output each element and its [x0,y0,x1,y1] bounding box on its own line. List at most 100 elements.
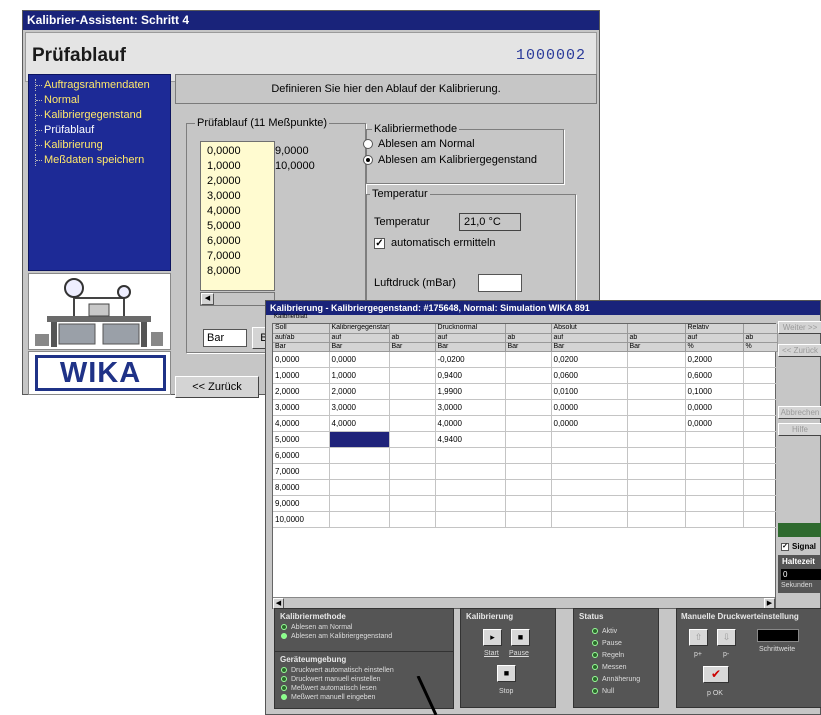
table-cell[interactable] [551,479,628,496]
table-cell[interactable] [743,351,778,368]
table-cell[interactable] [329,511,390,528]
table-cell[interactable] [435,463,506,480]
table-cell[interactable]: 0,0000 [273,351,330,368]
stop-button[interactable]: ■ [497,665,516,682]
table-cell[interactable]: 1,0000 [329,367,390,384]
table-cell[interactable]: 1,9900 [435,383,506,400]
table-cell[interactable] [627,367,686,384]
table-cell[interactable]: 0,9400 [435,367,506,384]
table-cell[interactable] [685,431,744,448]
table-cell[interactable] [435,495,506,512]
table-cell[interactable] [389,479,436,496]
table-cell[interactable] [743,495,778,512]
table-cell[interactable] [743,367,778,384]
table-cell[interactable]: 4,9400 [435,431,506,448]
start-button[interactable]: ▸ [483,629,502,646]
table-cell[interactable] [329,431,390,448]
table-cell[interactable] [505,495,552,512]
signal-checkbox[interactable]: ✓ Signal [781,542,816,551]
table-cell[interactable] [505,383,552,400]
list-item[interactable]: 4,0000 [204,204,261,219]
help-button[interactable]: Hilfe [778,423,821,436]
table-cell[interactable] [389,463,436,480]
list-item[interactable]: 0,0000 [204,144,261,159]
method-option-device[interactable]: Ablesen am Kalibriergegenstand [363,154,537,166]
table-cell[interactable] [505,479,552,496]
table-cell[interactable] [627,511,686,528]
table-cell[interactable] [627,431,686,448]
list-item[interactable]: 2,0000 [204,174,261,189]
table-cell[interactable]: 3,0000 [273,399,330,416]
pressure-ok-button[interactable]: ✔ [703,666,729,683]
nav-item-kalibrierung[interactable]: Kalibrierung [35,139,103,151]
table-cell[interactable]: 8,0000 [273,479,330,496]
table-cell[interactable]: 1,0000 [273,367,330,384]
env-option[interactable]: Meßwert manuell eingeben [281,693,375,702]
table-cell[interactable]: 3,0000 [435,399,506,416]
table-cell[interactable] [627,399,686,416]
pause-button[interactable]: ■ [511,629,530,646]
nav-item-normal[interactable]: Normal [35,94,79,106]
nav-item-auftragsrahmendaten[interactable]: Auftragsrahmendaten [35,79,150,91]
table-cell[interactable] [743,511,778,528]
table-cell[interactable]: 0,0600 [551,367,628,384]
list-item[interactable]: 9,0000 [272,144,329,159]
method-panel-opt-normal[interactable]: Ablesen am Normal [281,623,352,632]
list-item[interactable]: 3,0000 [204,189,261,204]
table-cell[interactable] [505,463,552,480]
table-cell[interactable]: 0,6000 [685,367,744,384]
table-cell[interactable] [435,447,506,464]
table-cell[interactable] [551,463,628,480]
table-cell[interactable] [743,447,778,464]
auto-detect-checkbox[interactable]: ✓ automatisch ermitteln [374,237,496,249]
table-cell[interactable] [685,511,744,528]
table-cell[interactable]: 0,0000 [685,399,744,416]
table-cell[interactable]: 3,0000 [329,399,390,416]
table-cell[interactable] [505,351,552,368]
temperature-field[interactable]: 21,0 °C [459,213,521,231]
table-cell[interactable] [505,367,552,384]
table-cell[interactable] [743,431,778,448]
table-cell[interactable]: 5,0000 [273,431,330,448]
table-cell[interactable] [743,399,778,416]
table-cell[interactable] [551,431,628,448]
nav-item-pruefablauf[interactable]: Prüfablauf [35,124,94,136]
table-cell[interactable]: 9,0000 [273,495,330,512]
list-item[interactable]: 8,0000 [204,264,261,279]
table-cell[interactable] [389,367,436,384]
table-cell[interactable] [505,399,552,416]
env-option[interactable]: Meßwert automatisch lesen [281,684,377,693]
pressure-up-button[interactable]: ⇧ [689,629,708,646]
table-cell[interactable]: 2,0000 [329,383,390,400]
table-cell[interactable]: 0,0200 [551,351,628,368]
table-cell[interactable] [551,495,628,512]
table-cell[interactable]: 0,0000 [551,415,628,432]
table-cell[interactable] [389,415,436,432]
unit-field[interactable]: Bar [203,329,247,347]
table-cell[interactable] [389,399,436,416]
pressure-down-button[interactable]: ⇩ [717,629,736,646]
table-cell[interactable]: 4,0000 [435,415,506,432]
list-item[interactable]: 7,0000 [204,249,261,264]
table-cell[interactable] [505,415,552,432]
table-cell[interactable] [505,511,552,528]
table-cell[interactable] [743,479,778,496]
back-button[interactable]: << Zurück [778,344,821,357]
table-cell[interactable]: 0,0000 [551,399,628,416]
table-cell[interactable] [685,479,744,496]
table-cell[interactable] [551,511,628,528]
step-size-field[interactable] [757,629,799,642]
table-cell[interactable]: 7,0000 [273,463,330,480]
table-cell[interactable] [627,351,686,368]
table-cell[interactable] [551,447,628,464]
table-cell[interactable]: 4,0000 [273,415,330,432]
table-cell[interactable] [329,463,390,480]
table-cell[interactable] [743,415,778,432]
table-cell[interactable] [329,479,390,496]
test-points-list[interactable]: 0,0000 1,0000 2,0000 3,0000 4,0000 5,000… [200,141,315,291]
table-cell[interactable]: 0,0100 [551,383,628,400]
air-pressure-field[interactable] [478,274,522,292]
env-option[interactable]: Druckwert automatisch einstellen [281,666,394,675]
table-cell[interactable]: 0,1000 [685,383,744,400]
table-cell[interactable] [627,495,686,512]
